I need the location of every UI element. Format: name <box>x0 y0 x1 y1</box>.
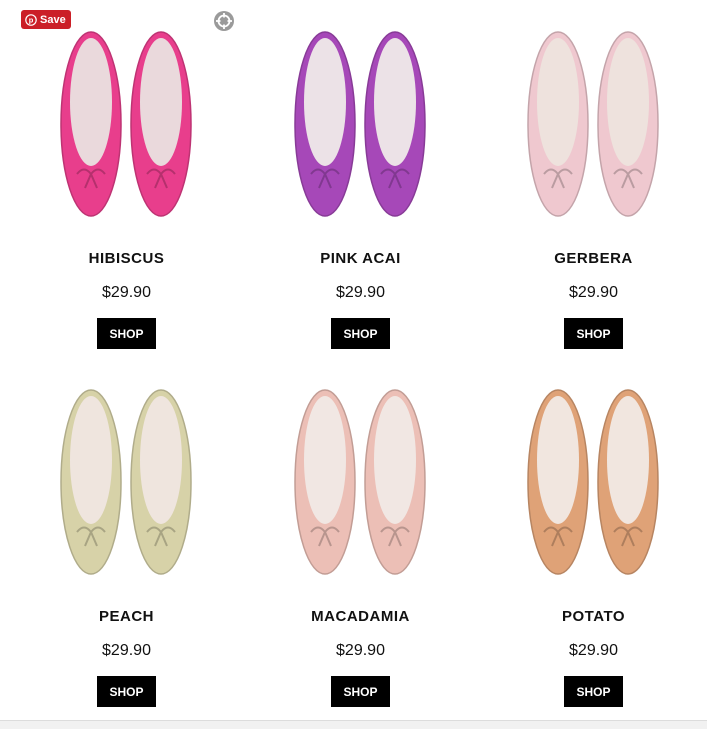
svg-text:p: p <box>28 15 33 24</box>
shop-button[interactable]: SHOP <box>564 318 623 349</box>
product-name[interactable]: PINK ACAI <box>244 250 477 267</box>
shoe-image[interactable] <box>290 24 430 224</box>
product-card: GERBERA $29.90 SHOP <box>477 0 707 358</box>
shoe-image[interactable] <box>523 382 663 582</box>
crosshair-zoom-icon[interactable] <box>213 10 235 32</box>
pinterest-save-button[interactable]: p Save <box>21 10 71 29</box>
product-card: MACADAMIA $29.90 SHOP <box>244 358 477 716</box>
product-price: $29.90 <box>102 284 151 301</box>
save-label: Save <box>40 13 66 26</box>
product-grid: HIBISCUS $29.90 SHOP PINK ACAI $29.90 SH… <box>0 0 707 720</box>
product-price: $29.90 <box>569 642 618 659</box>
shop-button[interactable]: SHOP <box>97 676 156 707</box>
shoe-image[interactable] <box>290 382 430 582</box>
product-name[interactable]: POTATO <box>477 608 707 625</box>
shop-button[interactable]: SHOP <box>331 318 390 349</box>
product-name[interactable]: HIBISCUS <box>10 250 243 267</box>
pinterest-icon: p <box>21 10 40 29</box>
shop-button[interactable]: SHOP <box>564 676 623 707</box>
product-price: $29.90 <box>102 642 151 659</box>
shop-button[interactable]: SHOP <box>97 318 156 349</box>
product-card: PINK ACAI $29.90 SHOP <box>244 0 477 358</box>
shop-button[interactable]: SHOP <box>331 676 390 707</box>
shoe-image[interactable] <box>56 24 196 224</box>
shoe-image[interactable] <box>56 382 196 582</box>
product-price: $29.90 <box>569 284 618 301</box>
product-card: HIBISCUS $29.90 SHOP <box>10 0 243 358</box>
product-name[interactable]: MACADAMIA <box>244 608 477 625</box>
product-card: PEACH $29.90 SHOP <box>10 358 243 716</box>
product-name[interactable]: PEACH <box>10 608 243 625</box>
shoe-image[interactable] <box>523 24 663 224</box>
product-price: $29.90 <box>336 284 385 301</box>
product-name[interactable]: GERBERA <box>477 250 707 267</box>
product-price: $29.90 <box>336 642 385 659</box>
product-card: POTATO $29.90 SHOP <box>477 358 707 716</box>
